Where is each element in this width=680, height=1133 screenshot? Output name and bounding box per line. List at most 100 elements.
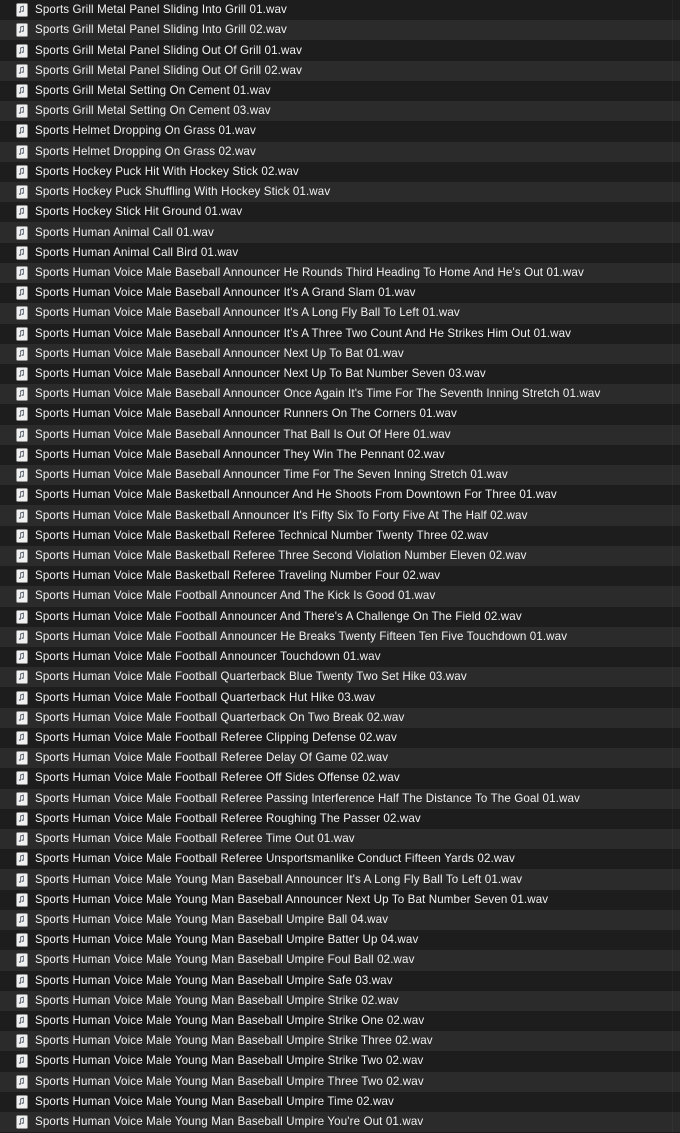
file-row[interactable]: Sports Helmet Dropping On Grass 02.wav (0, 141, 680, 162)
file-row[interactable]: Sports Human Voice Male Baseball Announc… (0, 262, 680, 284)
file-row[interactable]: Sports Human Voice Male Baseball Announc… (0, 384, 680, 405)
file-name: Sports Human Voice Male Young Man Baseba… (35, 1115, 424, 1129)
music-note-document-icon (16, 367, 28, 381)
file-row[interactable]: Sports Human Voice Male Young Man Baseba… (0, 1112, 680, 1133)
music-note-document-icon (16, 892, 28, 907)
file-name: Sports Human Voice Male Young Man Baseba… (35, 993, 399, 1007)
file-row[interactable]: Sports Human Voice Male Young Man Baseba… (0, 1051, 680, 1072)
music-note-document-icon (16, 63, 28, 78)
file-list[interactable]: Sports Grill Metal Panel Sliding Into Gr… (0, 0, 680, 1133)
file-row[interactable]: Sports Human Voice Male Football Quarter… (0, 687, 680, 708)
music-note-document-icon (16, 407, 28, 422)
file-name: Sports Human Voice Male Young Man Baseba… (35, 912, 389, 926)
file-name: Sports Human Voice Male Baseball Announc… (35, 468, 508, 482)
file-name: Sports Human Voice Male Football Referee… (35, 852, 515, 866)
music-note-document-icon (16, 528, 28, 543)
file-row[interactable]: Sports Human Voice Male Young Man Baseba… (0, 1031, 680, 1052)
file-name: Sports Human Voice Male Basketball Annou… (35, 508, 528, 522)
file-row[interactable]: Sports Human Voice Male Baseball Announc… (0, 424, 680, 445)
file-row[interactable]: Sports Human Voice Male Football Referee… (0, 768, 680, 789)
file-row[interactable]: Sports Human Animal Call Bird 01.wav (0, 242, 680, 263)
file-row[interactable]: Sports Human Voice Male Baseball Announc… (0, 363, 680, 385)
file-row[interactable]: Sports Human Voice Male Young Man Baseba… (0, 909, 680, 931)
file-row[interactable]: Sports Human Voice Male Football Announc… (0, 586, 680, 607)
file-row[interactable]: Sports Helmet Dropping On Grass 01.wav (0, 121, 680, 142)
file-row[interactable]: Sports Human Voice Male Football Referee… (0, 808, 680, 829)
file-name: Sports Human Voice Male Basketball Refer… (35, 569, 441, 583)
file-name: Sports Human Voice Male Baseball Announc… (35, 427, 451, 441)
music-note-document-icon (16, 185, 28, 199)
file-row[interactable]: Sports Human Voice Male Young Man Baseba… (0, 889, 680, 910)
file-name: Sports Human Voice Male Young Man Baseba… (35, 1074, 424, 1088)
file-row[interactable]: Sports Human Voice Male Basketball Refer… (0, 566, 680, 587)
music-note-document-icon (16, 387, 28, 402)
music-note-document-icon (16, 1034, 28, 1049)
music-note-document-icon (16, 144, 28, 159)
file-name: Sports Human Voice Male Football Referee… (35, 730, 397, 744)
file-name: Sports Human Voice Male Football Referee… (35, 791, 580, 805)
file-name: Sports Human Animal Call 01.wav (35, 225, 214, 239)
file-row[interactable]: Sports Human Voice Male Basketball Refer… (0, 525, 680, 546)
file-name: Sports Human Voice Male Young Man Baseba… (35, 933, 419, 947)
file-name: Sports Human Voice Male Football Quarter… (35, 710, 405, 724)
file-row[interactable]: Sports Human Voice Male Football Referee… (0, 849, 680, 870)
file-name: Sports Human Voice Male Football Announc… (35, 609, 522, 623)
file-name: Sports Grill Metal Panel Sliding Out Of … (35, 43, 302, 57)
file-row[interactable]: Sports Human Voice Male Baseball Announc… (0, 303, 680, 324)
file-row[interactable]: Sports Human Voice Male Basketball Annou… (0, 485, 680, 506)
music-note-document-icon (16, 549, 28, 563)
file-row[interactable]: Sports Human Voice Male Football Announc… (0, 626, 680, 647)
file-row[interactable]: Sports Human Voice Male Young Man Baseba… (0, 1091, 680, 1113)
file-name: Sports Human Voice Male Football Quarter… (35, 690, 376, 704)
music-note-document-icon (16, 1014, 28, 1028)
music-note-document-icon (16, 326, 28, 341)
file-name: Sports Human Voice Male Football Announc… (35, 629, 568, 643)
file-row[interactable]: Sports Human Voice Male Young Man Baseba… (0, 950, 680, 971)
file-row[interactable]: Sports Grill Metal Panel Sliding Out Of … (0, 40, 680, 61)
file-name: Sports Human Voice Male Young Man Baseba… (35, 953, 415, 967)
file-row[interactable]: Sports Human Voice Male Young Man Baseba… (0, 869, 680, 890)
music-note-document-icon (16, 165, 28, 179)
file-row[interactable]: Sports Human Voice Male Young Man Baseba… (0, 930, 680, 951)
file-row[interactable]: Sports Hockey Stick Hit Ground 01.wav (0, 202, 680, 223)
file-row[interactable]: Sports Human Voice Male Young Man Baseba… (0, 990, 680, 1011)
file-row[interactable]: Sports Human Voice Male Baseball Announc… (0, 444, 680, 466)
file-row[interactable]: Sports Human Voice Male Football Referee… (0, 828, 680, 850)
file-name: Sports Grill Metal Panel Sliding Out Of … (35, 63, 302, 77)
music-note-document-icon (16, 468, 28, 482)
file-row[interactable]: Sports Human Voice Male Basketball Refer… (0, 545, 680, 567)
file-name: Sports Human Voice Male Basketball Refer… (35, 528, 489, 542)
file-row[interactable]: Sports Human Voice Male Baseball Announc… (0, 343, 680, 364)
file-row[interactable]: Sports Human Voice Male Young Man Baseba… (0, 1071, 680, 1092)
file-row[interactable]: Sports Human Voice Male Baseball Announc… (0, 465, 680, 486)
file-name: Sports Grill Metal Setting On Cement 03.… (35, 104, 271, 118)
file-row[interactable]: Sports Human Voice Male Young Man Baseba… (0, 970, 680, 991)
file-row[interactable]: Sports Grill Metal Panel Sliding Out Of … (0, 60, 680, 81)
file-row[interactable]: Sports Grill Metal Setting On Cement 01.… (0, 80, 680, 102)
file-name: Sports Human Voice Male Young Man Baseba… (35, 872, 523, 886)
file-row[interactable]: Sports Human Voice Male Football Referee… (0, 788, 680, 809)
file-row[interactable]: Sports Human Voice Male Basketball Annou… (0, 505, 680, 526)
file-row[interactable]: Sports Human Voice Male Baseball Announc… (0, 323, 680, 344)
music-note-document-icon (16, 933, 28, 947)
music-note-document-icon (16, 1054, 28, 1069)
file-row[interactable]: Sports Human Voice Male Football Quarter… (0, 707, 680, 728)
file-row[interactable]: Sports Hockey Puck Hit With Hockey Stick… (0, 161, 680, 182)
file-row[interactable]: Sports Human Voice Male Football Announc… (0, 606, 680, 627)
file-row[interactable]: Sports Grill Metal Setting On Cement 03.… (0, 101, 680, 122)
file-name: Sports Grill Metal Panel Sliding Into Gr… (35, 3, 287, 17)
music-note-document-icon (16, 225, 28, 240)
music-note-document-icon (16, 448, 28, 462)
file-row[interactable]: Sports Grill Metal Panel Sliding Into Gr… (0, 20, 680, 41)
file-row[interactable]: Sports Hockey Puck Shuffling With Hockey… (0, 181, 680, 203)
file-row[interactable]: Sports Human Voice Male Baseball Announc… (0, 404, 680, 425)
file-row[interactable]: Sports Grill Metal Panel Sliding Into Gr… (0, 0, 680, 21)
file-row[interactable]: Sports Human Voice Male Young Man Baseba… (0, 1010, 680, 1032)
file-row[interactable]: Sports Human Voice Male Football Referee… (0, 727, 680, 749)
file-row[interactable]: Sports Human Voice Male Football Quarter… (0, 667, 680, 688)
file-row[interactable]: Sports Human Voice Male Football Referee… (0, 748, 680, 769)
file-name: Sports Human Voice Male Football Announc… (35, 650, 381, 664)
file-row[interactable]: Sports Human Voice Male Baseball Announc… (0, 283, 680, 304)
file-row[interactable]: Sports Human Voice Male Football Announc… (0, 647, 680, 668)
file-row[interactable]: Sports Human Animal Call 01.wav (0, 222, 680, 243)
